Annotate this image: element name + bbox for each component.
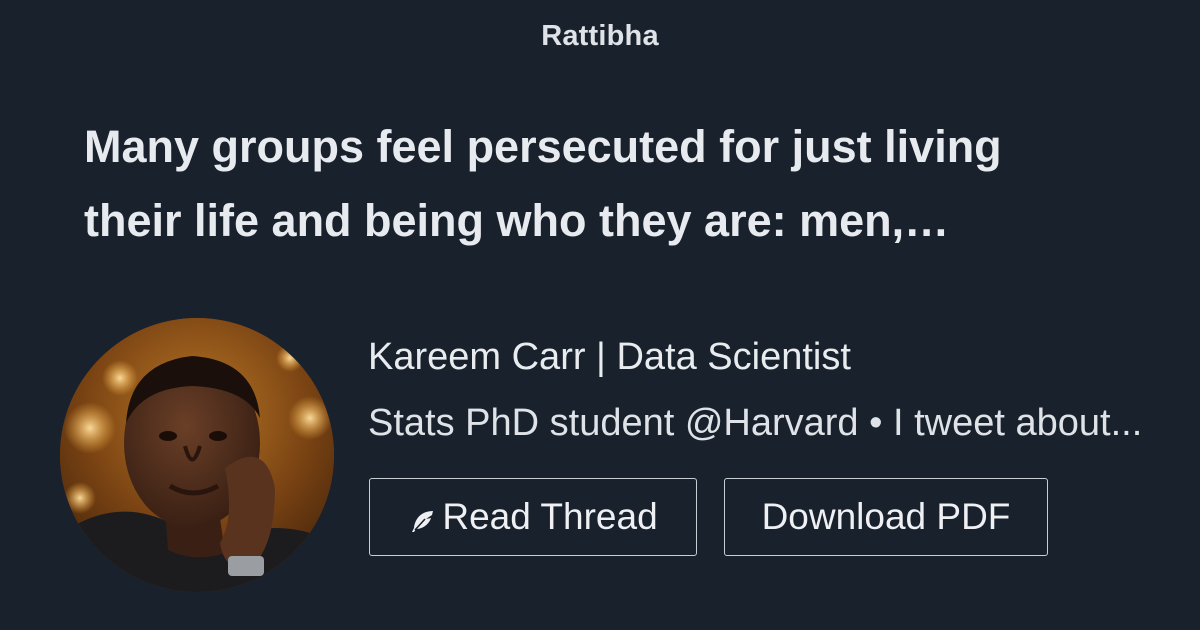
download-pdf-button[interactable]: Download PDF bbox=[724, 478, 1048, 556]
author-avatar bbox=[60, 318, 334, 592]
thread-headline: Many groups feel persecuted for just liv… bbox=[84, 110, 1124, 258]
read-thread-label: Read Thread bbox=[442, 496, 658, 537]
brand-title[interactable]: Rattibha bbox=[0, 20, 1200, 53]
feather-icon bbox=[408, 503, 436, 532]
download-pdf-label: Download PDF bbox=[761, 496, 1011, 537]
share-card: Rattibha Many groups feel persecuted for… bbox=[0, 0, 1200, 630]
author-bio: Stats PhD student @Harvard • I tweet abo… bbox=[368, 402, 1143, 444]
headline-line-1: Many groups feel persecuted for just liv… bbox=[84, 121, 1002, 172]
author-name[interactable]: Kareem Carr | Data Scientist bbox=[368, 336, 851, 379]
read-thread-button[interactable]: Read Thread bbox=[369, 478, 697, 556]
headline-line-2: their life and being who they are: men,… bbox=[84, 195, 950, 246]
